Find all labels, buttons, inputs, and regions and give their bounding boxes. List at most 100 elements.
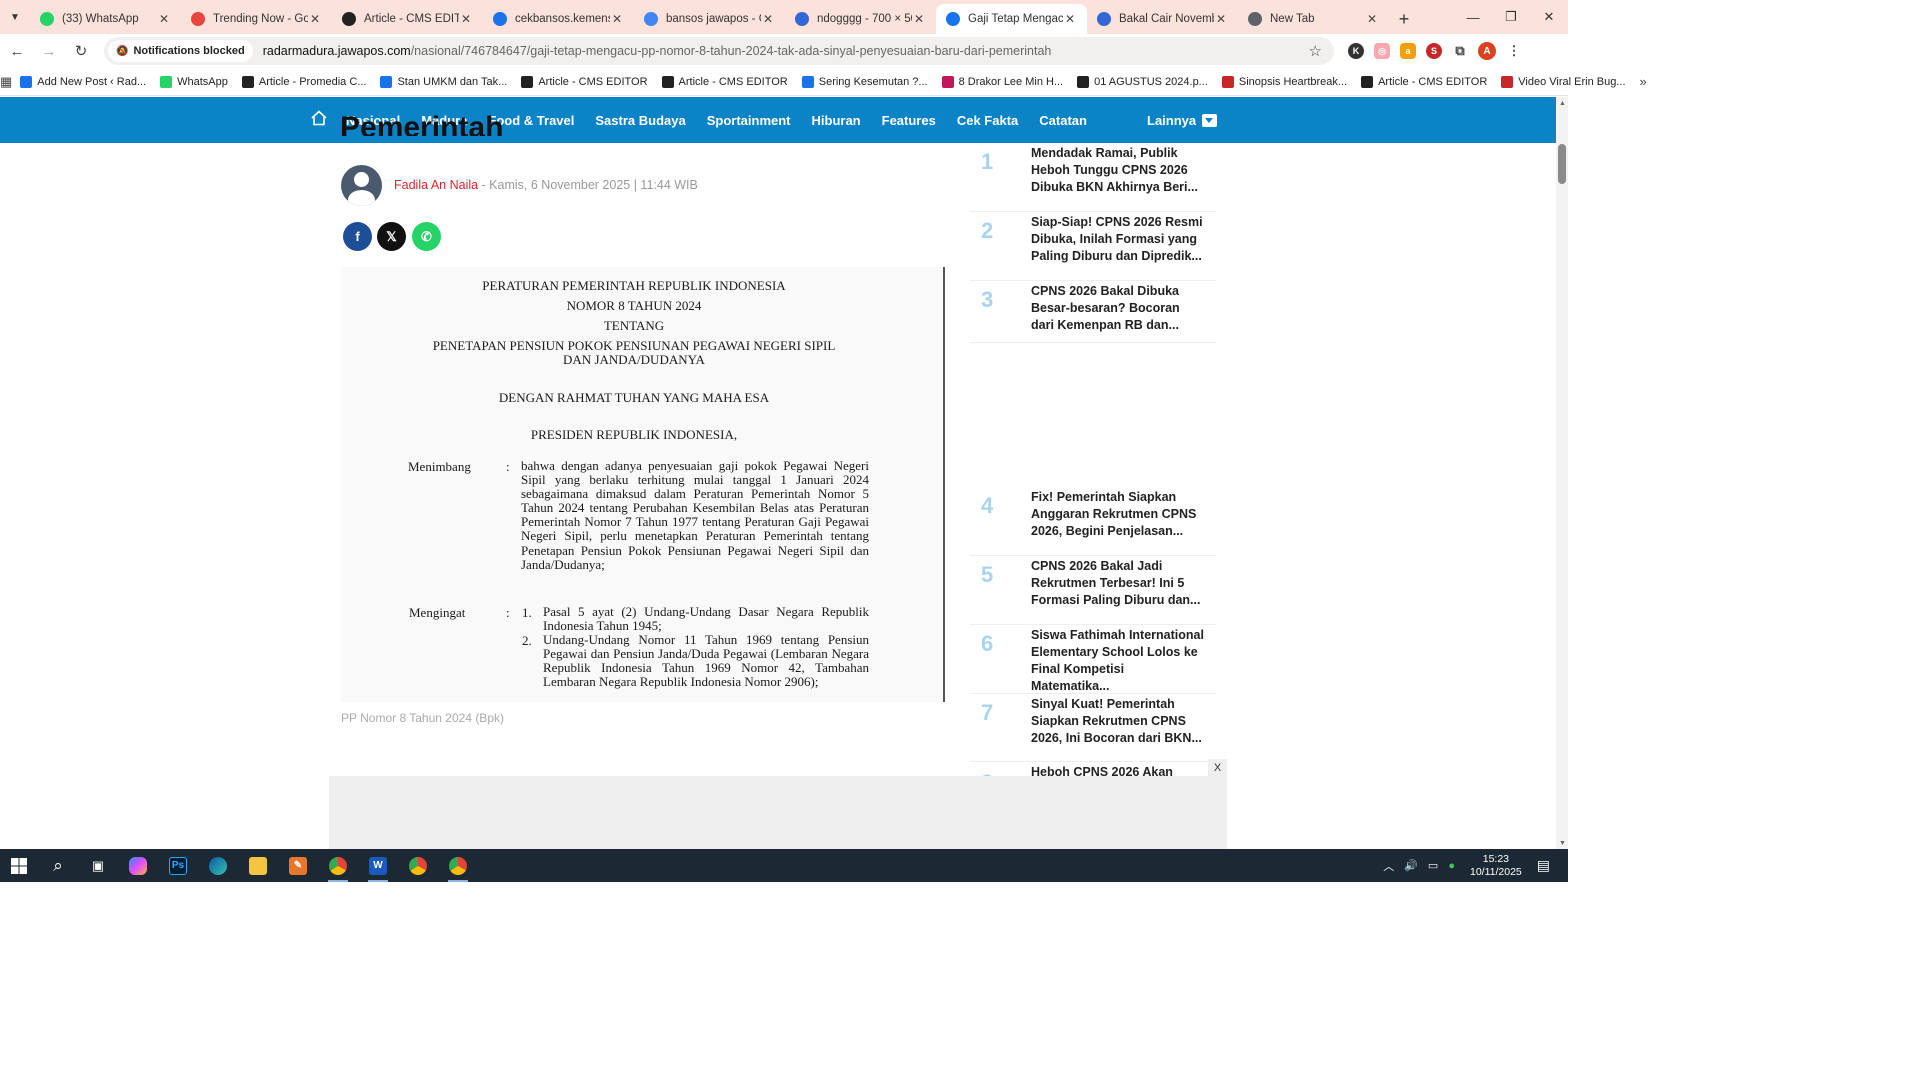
scroll-down-icon[interactable]: ▼ <box>1559 840 1566 847</box>
tab-search-icon[interactable]: ▼ <box>0 0 30 34</box>
address-bar[interactable]: 🔕 Notifications blocked radarmadura.jawa… <box>104 37 1334 65</box>
clock[interactable]: 15:23 10/11/2025 <box>1470 853 1522 879</box>
file-explorer-icon[interactable] <box>238 849 278 882</box>
new-tab-button[interactable]: + <box>1389 4 1419 34</box>
extension-instagram-icon[interactable]: ◎ <box>1374 43 1390 59</box>
tab-close-icon[interactable]: ✕ <box>1214 12 1228 26</box>
share-facebook-button[interactable]: f <box>343 222 372 251</box>
reload-icon[interactable]: ↻ <box>66 36 96 66</box>
profile-avatar[interactable]: A <box>1478 42 1496 60</box>
browser-tab[interactable]: cekbansos.kemensos.✕ <box>483 4 634 34</box>
home-icon[interactable] <box>311 109 327 127</box>
tab-close-icon[interactable]: ✕ <box>1365 12 1379 26</box>
tab-close-icon[interactable]: ✕ <box>912 12 926 26</box>
popular-item[interactable]: 6 Siswa Fathimah International Elementary… <box>970 625 1216 694</box>
bookmark-item[interactable]: Article - CMS EDITOR <box>521 75 648 88</box>
popular-title[interactable]: CPNS 2026 Bakal Dibuka Besar-besaran? Bo… <box>1031 283 1206 334</box>
popular-item[interactable]: 5 CPNS 2026 Bakal Jadi Rekrutmen Terbesar… <box>970 556 1216 625</box>
tray-overflow-icon[interactable]: ︿ <box>1383 858 1394 874</box>
sticky-ad-banner[interactable] <box>329 776 1227 849</box>
copilot-icon[interactable] <box>118 849 158 882</box>
nav-item-hiburan[interactable]: Hiburan <box>812 113 861 128</box>
browser-tab[interactable]: bansos jawapos - Goo✕ <box>634 4 785 34</box>
popular-title[interactable]: Fix! Pemerintah Siapkan Anggaran Rekrutm… <box>1031 489 1206 540</box>
apps-grid-icon[interactable]: ▦ <box>0 74 12 90</box>
popular-item[interactable]: 1 Mendadak Ramai, Publik Heboh Tunggu CPN… <box>970 143 1216 212</box>
nav-item-catatan[interactable]: Catatan <box>1039 113 1087 128</box>
bookmark-item[interactable]: WhatsApp <box>160 75 228 88</box>
popular-item[interactable]: 7 Sinyal Kuat! Pemerintah Siapkan Rekrutm… <box>970 694 1216 762</box>
bookmark-item[interactable]: Add New Post ‹ Rad... <box>20 75 146 88</box>
security-icon[interactable]: ● <box>1448 860 1455 872</box>
minimize-icon[interactable]: — <box>1454 0 1492 34</box>
sketch-app-icon[interactable]: ✎ <box>278 849 318 882</box>
chrome-profile-a-icon[interactable] <box>318 849 358 882</box>
browser-tab[interactable]: ndogggg - 700 × 500✕ <box>785 4 936 34</box>
author-avatar[interactable] <box>341 165 382 206</box>
tab-close-icon[interactable]: ✕ <box>1063 12 1077 26</box>
popular-title[interactable]: Siswa Fathimah International Elementary … <box>1031 627 1206 695</box>
browser-tab[interactable]: New Tab ✕ <box>1238 4 1389 34</box>
popular-item[interactable]: 8Heboh CPNS 2026 Akan <box>970 762 1216 776</box>
author-link[interactable]: Fadila An Naila <box>394 178 478 192</box>
popular-title[interactable]: Siap-Siap! CPNS 2026 Resmi Dibuka, Inila… <box>1031 214 1206 265</box>
url-text[interactable]: radarmadura.jawapos.com/nasional/7467846… <box>263 44 1052 58</box>
forward-icon[interactable]: → <box>34 36 64 66</box>
extension-k-icon[interactable]: K <box>1348 43 1364 59</box>
extensions-puzzle-icon[interactable]: ⧉ <box>1452 43 1468 59</box>
browser-tab[interactable]: (33) WhatsApp ✕ <box>30 4 181 34</box>
tab-close-icon[interactable]: ✕ <box>157 12 171 26</box>
bookmark-item[interactable]: Article - CMS EDITOR <box>1361 75 1487 88</box>
bookmark-item[interactable]: Sinopsis Heartbreak... <box>1221 75 1347 88</box>
volume-icon[interactable]: 🔊 <box>1404 859 1418 872</box>
windows-start-icon[interactable] <box>0 849 38 882</box>
bookmark-item[interactable]: 01 AGUSTUS 2024.p... <box>1077 75 1208 88</box>
popular-item[interactable]: 3 CPNS 2026 Bakal Dibuka Besar-besaran? B… <box>970 281 1216 343</box>
browser-tab[interactable]: Gaji Tetap Mengacu P✕ <box>936 4 1087 34</box>
browser-tab[interactable]: Bakal Cair November✕ <box>1087 4 1238 34</box>
back-icon[interactable]: ← <box>2 36 32 66</box>
network-icon[interactable]: ▭ <box>1428 859 1438 872</box>
tab-close-icon[interactable]: ✕ <box>761 12 775 26</box>
scroll-up-icon[interactable]: ▲ <box>1559 100 1566 107</box>
scroll-thumb[interactable] <box>1558 144 1566 184</box>
browser-tab[interactable]: Trending Now - Goog✕ <box>181 4 332 34</box>
photoshop-icon[interactable]: Ps <box>158 849 198 882</box>
edge-icon[interactable] <box>198 849 238 882</box>
share-whatsapp-button[interactable]: ✆ <box>412 222 441 251</box>
popular-item[interactable]: 2 Siap-Siap! CPNS 2026 Resmi Dibuka, Inil… <box>970 212 1216 281</box>
bookmarks-overflow-icon[interactable]: » <box>1640 74 1647 89</box>
bookmark-item[interactable]: Article - Promedia C... <box>241 75 366 88</box>
bookmark-item[interactable]: 8 Drakor Lee Min H... <box>941 75 1063 88</box>
popular-item[interactable]: 4 Fix! Pemerintah Siapkan Anggaran Rekrut… <box>970 487 1216 556</box>
share-x-button[interactable]: 𝕏 <box>377 222 406 251</box>
notifications-blocked-chip[interactable]: 🔕 Notifications blocked <box>108 40 253 62</box>
nav-more-dropdown[interactable]: Lainnya <box>1147 97 1218 143</box>
bookmark-item[interactable]: Video Viral Erin Bug... <box>1501 75 1626 88</box>
popular-title[interactable]: Heboh CPNS 2026 Akan <box>1031 764 1206 776</box>
nav-item-sportainment[interactable]: Sportainment <box>707 113 791 128</box>
close-window-icon[interactable]: ✕ <box>1530 0 1568 34</box>
bookmark-star-icon[interactable]: ☆ <box>1309 42 1322 60</box>
nav-item-cek-fakta[interactable]: Cek Fakta <box>957 113 1018 128</box>
tab-close-icon[interactable]: ✕ <box>610 12 624 26</box>
bookmark-item[interactable]: Stan UMKM dan Tak... <box>380 75 507 88</box>
popular-title[interactable]: CPNS 2026 Bakal Jadi Rekrutmen Terbesar!… <box>1031 558 1206 609</box>
page-scrollbar[interactable]: ▲ ▼ <box>1556 97 1568 849</box>
extension-amazon-icon[interactable]: a <box>1400 43 1416 59</box>
restore-icon[interactable]: ❐ <box>1492 0 1530 34</box>
extension-s-icon[interactable]: S <box>1426 43 1442 59</box>
search-icon[interactable]: ⌕ <box>38 849 78 882</box>
bookmark-item[interactable]: Sering Kesemutan ?... <box>801 75 928 88</box>
chrome-icon[interactable] <box>398 849 438 882</box>
browser-tab[interactable]: Article - CMS EDITOR✕ <box>332 4 483 34</box>
tab-close-icon[interactable]: ✕ <box>308 12 322 26</box>
nav-item-sastra-budaya[interactable]: Sastra Budaya <box>595 113 685 128</box>
popular-title[interactable]: Sinyal Kuat! Pemerintah Siapkan Rekrutme… <box>1031 696 1206 747</box>
task-view-icon[interactable]: ▣ <box>78 849 118 882</box>
browser-menu-icon[interactable]: ⋮ <box>1506 43 1522 59</box>
bookmark-item[interactable]: Article - CMS EDITOR <box>661 75 788 88</box>
chrome-profile-b-icon[interactable] <box>438 849 478 882</box>
notification-center-icon[interactable]: ▤ <box>1537 857 1550 874</box>
popular-title[interactable]: Mendadak Ramai, Publik Heboh Tunggu CPNS… <box>1031 145 1206 196</box>
